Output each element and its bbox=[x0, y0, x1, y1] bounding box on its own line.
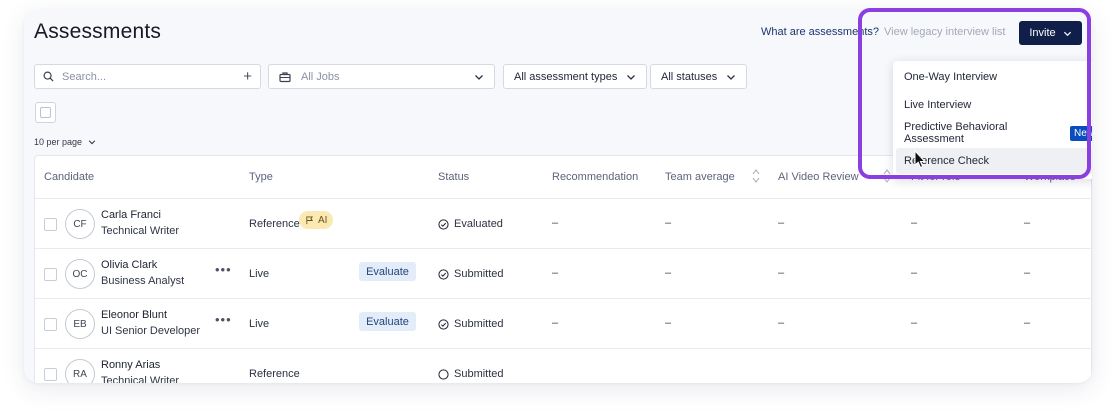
team-average-value: – bbox=[665, 267, 672, 279]
candidate-role: Business Analyst bbox=[101, 275, 185, 287]
per-page-select[interactable]: 10 per page bbox=[34, 137, 96, 147]
column-header-type[interactable]: Type bbox=[249, 171, 273, 183]
column-header-recommendation[interactable]: Recommendation bbox=[552, 171, 638, 183]
column-header-candidate[interactable]: Candidate bbox=[44, 171, 94, 183]
table-row[interactable]: OC Olivia Clark Business Analyst ••• Liv… bbox=[35, 248, 1091, 298]
assessment-type: Reference bbox=[249, 218, 300, 230]
avatar: OC bbox=[65, 259, 95, 289]
column-header-status[interactable]: Status bbox=[438, 171, 469, 183]
team-average-value: – bbox=[665, 217, 672, 229]
candidate-name[interactable]: Olivia Clark bbox=[101, 259, 157, 271]
more-options-icon[interactable]: ••• bbox=[215, 312, 232, 327]
search-placeholder: Search... bbox=[62, 70, 107, 83]
chevron-down-icon bbox=[88, 140, 96, 145]
flag-icon bbox=[306, 215, 314, 224]
status-cell: Submitted bbox=[438, 268, 504, 280]
jobs-placeholder: All Jobs bbox=[301, 70, 340, 83]
highlight-outline bbox=[858, 8, 1091, 179]
chevron-down-icon bbox=[727, 74, 736, 80]
team-average-value: – bbox=[665, 317, 672, 329]
assessment-types-label: All assessment types bbox=[514, 70, 618, 83]
status-label: Evaluated bbox=[454, 218, 503, 230]
status-label: Submitted bbox=[454, 368, 504, 380]
ai-badge-label: AI bbox=[318, 214, 328, 226]
fit-for-role-value: – bbox=[911, 317, 918, 329]
assessment-type: Reference bbox=[249, 368, 300, 380]
column-header-team-average[interactable]: Team average bbox=[665, 171, 735, 183]
avatar: EB bbox=[65, 309, 95, 339]
check-circle-icon bbox=[438, 268, 449, 280]
fit-for-role-value: – bbox=[911, 267, 918, 279]
table-row[interactable]: RA Ronny Arias Technical Writer Referenc… bbox=[35, 348, 1091, 383]
recommendation-value: – bbox=[552, 267, 559, 279]
assessments-table: Candidate Type Status Recommendation Tea… bbox=[34, 155, 1092, 383]
candidate-name[interactable]: Eleonor Blunt bbox=[101, 309, 167, 321]
per-page-label: 10 per page bbox=[34, 137, 83, 147]
checkbox-box bbox=[40, 107, 51, 118]
status-cell: Evaluated bbox=[438, 218, 503, 230]
statuses-label: All statuses bbox=[661, 70, 718, 83]
check-circle-icon bbox=[438, 218, 449, 230]
jobs-select[interactable]: All Jobs bbox=[268, 64, 495, 89]
assessment-types-filter[interactable]: All assessment types bbox=[503, 64, 648, 89]
table-row[interactable]: CF Carla Franci Technical Writer Referen… bbox=[35, 198, 1091, 248]
avatar: RA bbox=[65, 359, 95, 383]
candidate-name[interactable]: Ronny Arias bbox=[101, 359, 160, 371]
status-label: Submitted bbox=[454, 268, 504, 280]
workplace-value: – bbox=[1024, 267, 1031, 279]
check-circle-icon bbox=[438, 318, 449, 330]
chevron-down-icon bbox=[627, 74, 636, 80]
row-checkbox[interactable] bbox=[44, 318, 57, 331]
empty-circle-icon bbox=[438, 368, 449, 380]
recommendation-value: – bbox=[552, 217, 559, 229]
sort-icon[interactable] bbox=[752, 168, 760, 184]
mouse-pointer-icon bbox=[914, 150, 926, 169]
row-checkbox[interactable] bbox=[44, 218, 57, 231]
status-label: Submitted bbox=[454, 318, 504, 330]
assessment-type: Live bbox=[249, 268, 270, 280]
status-cell: Submitted bbox=[438, 318, 504, 330]
search-input[interactable]: Search... + bbox=[34, 64, 261, 89]
ai-badge: AI bbox=[299, 211, 334, 229]
candidate-role: Technical Writer bbox=[101, 225, 180, 237]
search-icon bbox=[43, 71, 54, 82]
candidate-role: Technical Writer bbox=[101, 375, 180, 383]
candidate-role: UI Senior Developer bbox=[101, 325, 201, 337]
ai-video-review-value: – bbox=[778, 267, 785, 279]
assessment-type: Live bbox=[249, 318, 270, 330]
briefcase-icon bbox=[279, 71, 291, 82]
workplace-value: – bbox=[1024, 317, 1031, 329]
row-checkbox[interactable] bbox=[44, 268, 57, 281]
chevron-down-icon bbox=[475, 74, 483, 80]
recommendation-value: – bbox=[552, 317, 559, 329]
ai-video-review-value: – bbox=[778, 317, 785, 329]
status-cell: Submitted bbox=[438, 368, 504, 380]
add-icon[interactable]: + bbox=[243, 69, 252, 84]
workplace-value: – bbox=[1024, 217, 1031, 229]
column-header-ai-video-review[interactable]: AI Video Review bbox=[778, 171, 859, 183]
fit-for-role-value: – bbox=[911, 217, 918, 229]
statuses-filter[interactable]: All statuses bbox=[650, 64, 748, 89]
candidate-name[interactable]: Carla Franci bbox=[101, 209, 161, 221]
row-checkbox[interactable] bbox=[44, 368, 57, 381]
ai-video-review-value: – bbox=[778, 217, 785, 229]
evaluate-button[interactable]: Evaluate bbox=[359, 312, 416, 331]
evaluate-button[interactable]: Evaluate bbox=[359, 262, 416, 281]
avatar: CF bbox=[65, 209, 95, 239]
select-all-checkbox[interactable] bbox=[35, 102, 56, 123]
page-title: Assessments bbox=[34, 20, 162, 43]
more-options-icon[interactable]: ••• bbox=[215, 262, 232, 277]
table-row[interactable]: EB Eleonor Blunt UI Senior Developer •••… bbox=[35, 298, 1091, 348]
